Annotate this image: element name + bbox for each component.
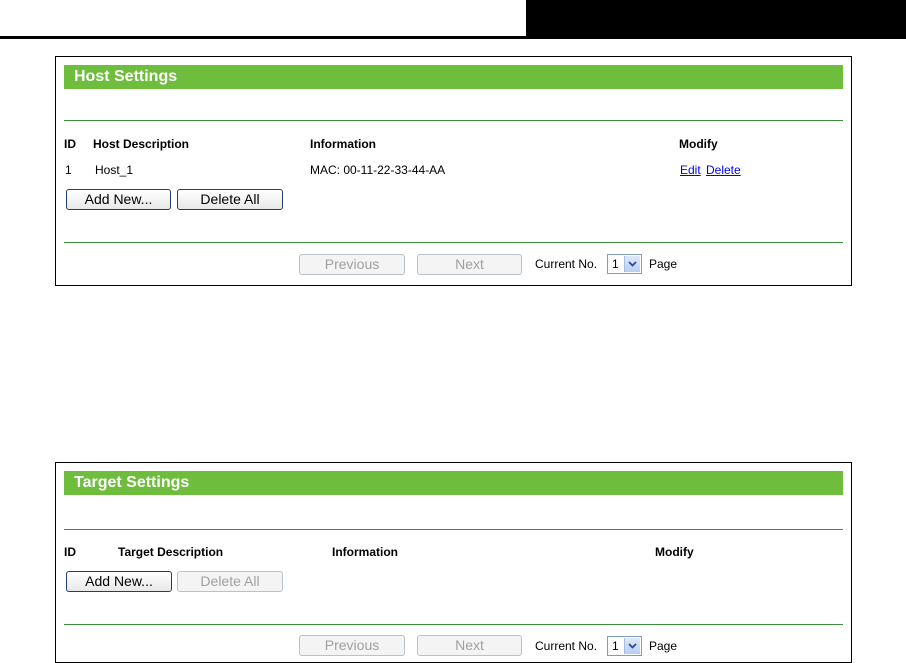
panel-title: Target Settings (64, 471, 843, 495)
divider (64, 242, 843, 243)
page-label: Page (649, 257, 678, 271)
page-select[interactable]: 1 (607, 636, 642, 656)
page-label: Page (649, 639, 678, 653)
panel-title: Host Settings (64, 65, 843, 89)
chevron-down-icon[interactable] (624, 638, 640, 654)
divider (64, 120, 843, 121)
next-button[interactable]: Next (417, 635, 522, 656)
column-header-id: ID (64, 545, 76, 559)
divider (64, 624, 843, 625)
column-header-description: Host Description (93, 137, 190, 151)
delete-all-button[interactable]: Delete All (177, 189, 283, 210)
add-new-button[interactable]: Add New... (66, 571, 172, 592)
current-no-label: Current No. (535, 639, 598, 653)
next-button[interactable]: Next (417, 254, 522, 275)
page-select-value: 1 (612, 639, 619, 653)
host-settings-panel: Host Settings ID Host Description Inform… (55, 56, 852, 286)
header-block (526, 0, 906, 38)
column-header-information: Information (310, 137, 376, 151)
page-select-value: 1 (612, 257, 619, 271)
column-header-modify: Modify (679, 137, 718, 151)
divider (64, 529, 843, 530)
chevron-down-icon[interactable] (624, 256, 640, 272)
page-select[interactable]: 1 (607, 254, 642, 274)
column-header-modify: Modify (655, 545, 694, 559)
add-new-button[interactable]: Add New... (66, 189, 171, 210)
edit-link[interactable]: Edit (680, 163, 701, 177)
row-id: 1 (65, 163, 72, 177)
previous-button[interactable]: Previous (299, 254, 405, 275)
delete-all-button[interactable]: Delete All (177, 571, 283, 592)
target-settings-panel: Target Settings ID Target Description In… (55, 462, 852, 663)
header-divider (0, 36, 906, 39)
row-information: MAC: 00-11-22-33-44-AA (310, 163, 446, 177)
column-header-information: Information (332, 545, 398, 559)
previous-button[interactable]: Previous (299, 635, 405, 656)
current-no-label: Current No. (535, 257, 598, 271)
column-header-id: ID (64, 137, 76, 151)
column-header-description: Target Description (118, 545, 224, 559)
row-description: Host_1 (95, 163, 134, 177)
delete-link[interactable]: Delete (706, 163, 741, 177)
